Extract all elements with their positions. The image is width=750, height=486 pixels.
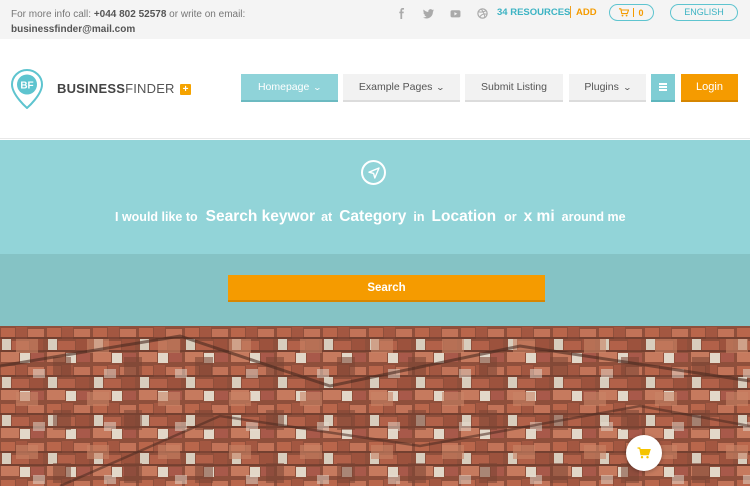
info-prefix: For more info call: [11,9,92,20]
nav-label: Example Pages [358,81,433,93]
social-links [388,5,496,21]
floating-cart-button[interactable] [626,435,662,471]
word-in: in [413,210,425,224]
nav-example-pages[interactable]: Example Pages ⌄ [343,74,460,102]
category-select[interactable]: Category [339,208,406,226]
twitter-icon[interactable] [415,5,442,21]
menu-icon [659,86,667,88]
email-link[interactable]: businessfinder@mail.com [11,24,135,35]
language-selector[interactable]: ENGLISH [670,4,738,21]
phrase-start: I would like to [115,210,198,224]
divider [570,6,571,18]
resources-link[interactable]: 34 RESOURCES [497,7,570,18]
nav-submit-listing[interactable]: Submit Listing [465,74,563,102]
nav-label: Submit Listing [481,81,547,93]
phone-number[interactable]: +044 802 52578 [94,9,167,20]
logo-pin-icon[interactable]: BF [11,69,43,109]
youtube-icon[interactable] [442,5,469,21]
nav-label: Plugins [584,81,619,93]
logo-initials: BF [20,81,33,92]
location-input[interactable]: Location [432,208,497,226]
phrase-end: around me [561,210,626,224]
nav-plugins[interactable]: Plugins ⌄ [569,74,646,102]
cart-divider [633,8,635,17]
word-at: at [321,210,333,224]
cart-icon [637,447,651,459]
chevron-down-icon: ⌄ [312,82,323,92]
logo-light: FINDER [125,81,175,96]
cart-button[interactable]: 0 [609,4,654,21]
top-info-bar: For more info call: +044 802 52578 or wr… [0,0,750,39]
search-sentence: I would like to Search keywor at Categor… [0,208,750,226]
contact-info: For more info call: +044 802 52578 or wr… [11,7,245,37]
nav-homepage[interactable]: Homepage ⌄ [241,74,338,102]
compass-icon[interactable] [361,160,386,185]
logo-bold: BUSINESS [57,81,126,96]
logo-text[interactable]: BUSINESSFINDER [57,81,175,96]
site-header: BF BUSINESSFINDER + Homepage ⌄ Example Pa… [0,39,750,139]
keyword-input[interactable]: Search keywor [206,208,315,226]
login-button[interactable]: Login [681,74,738,102]
search-section: I would like to Search keywor at Categor… [0,140,750,254]
chevron-down-icon: ⌄ [436,82,446,92]
add-resource-link[interactable]: ADD [576,7,597,18]
radius-input[interactable]: x mi [524,208,555,226]
dribbble-icon[interactable] [469,5,496,21]
chevron-down-icon: ⌄ [622,82,632,92]
logo-plus-icon: + [180,84,191,95]
info-mid: or write on email: [169,9,246,20]
cart-icon [619,8,630,17]
word-or: or [504,210,517,224]
facebook-icon[interactable] [388,5,415,21]
cart-count: 0 [638,7,644,18]
search-button[interactable]: Search [228,275,545,302]
nav-label: Homepage [257,81,310,93]
menu-button[interactable] [651,74,675,102]
